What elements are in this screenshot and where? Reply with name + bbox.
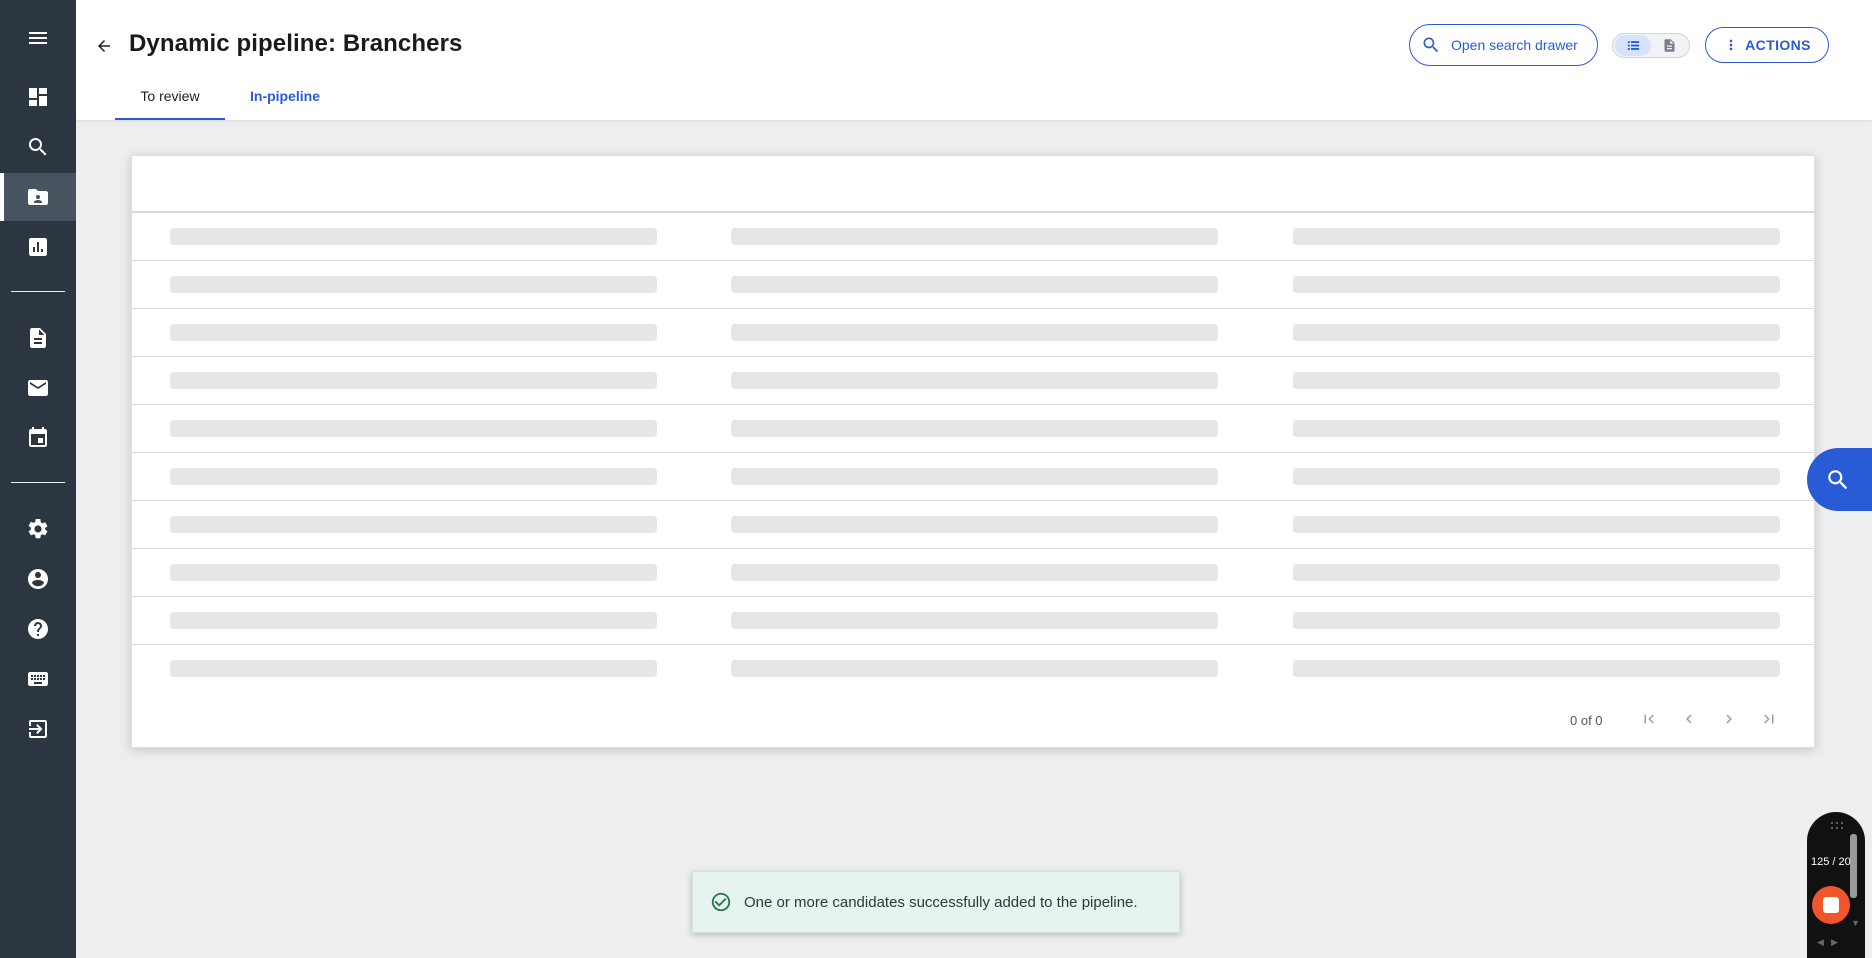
skeleton-cell [170, 516, 657, 533]
floating-search-button[interactable] [1807, 448, 1872, 511]
page-title: Dynamic pipeline: Branchers [129, 30, 463, 57]
table-row-skeleton [132, 309, 1814, 357]
skeleton-cell [731, 564, 1218, 581]
skeleton-cell [170, 324, 657, 341]
table-row-skeleton [132, 453, 1814, 501]
skeleton-cell [170, 468, 657, 485]
table-row-skeleton [132, 597, 1814, 645]
page-header: Dynamic pipeline: Branchers To review In… [76, 0, 1872, 120]
drag-handle-icon[interactable] [1831, 822, 1845, 830]
search-icon[interactable] [0, 123, 76, 171]
table-row-skeleton [132, 213, 1814, 261]
table-row-skeleton [132, 261, 1814, 309]
dashboard-icon[interactable] [0, 73, 76, 121]
pagination: 0 of 0 [132, 704, 1814, 734]
gear-icon[interactable] [0, 505, 76, 553]
table-row-skeleton [132, 405, 1814, 453]
skeleton-cell [731, 228, 1218, 245]
skeleton-cell [731, 660, 1218, 677]
skeleton-cell [170, 276, 657, 293]
actions-label: ACTIONS [1745, 37, 1811, 53]
skeleton-cell [731, 612, 1218, 629]
contacts-folder-icon[interactable] [0, 173, 76, 221]
sidebar-divider [11, 482, 65, 483]
search-icon [1828, 469, 1848, 489]
skeleton-cell [731, 468, 1218, 485]
arrow-left-icon[interactable]: ◀ [1817, 937, 1824, 948]
keyboard-icon[interactable] [0, 655, 76, 703]
table-header [132, 156, 1814, 213]
arrow-right-icon[interactable]: ▶ [1831, 937, 1838, 948]
skeleton-cell [170, 372, 657, 389]
skeleton-cell [1293, 564, 1780, 581]
next-page-icon[interactable] [1718, 708, 1740, 730]
mail-icon[interactable] [0, 364, 76, 412]
skeleton-cell [1293, 612, 1780, 629]
recording-widget: 125 / 20 ▼ ◀ ▶ [1807, 812, 1865, 958]
previous-page-icon[interactable] [1678, 708, 1700, 730]
skeleton-cell [1293, 228, 1780, 245]
skeleton-cell [1293, 516, 1780, 533]
success-toast: One or more candidates successfully adde… [692, 871, 1180, 933]
search-icon [1423, 37, 1439, 53]
view-toggle [1612, 33, 1690, 58]
bar-chart-icon[interactable] [0, 223, 76, 271]
skeleton-cell [170, 660, 657, 677]
document-icon[interactable] [0, 314, 76, 362]
logout-icon[interactable] [0, 705, 76, 753]
back-arrow-icon[interactable] [92, 34, 116, 58]
account-circle-icon[interactable] [0, 555, 76, 603]
scroll-down-icon[interactable]: ▼ [1851, 918, 1860, 928]
recorder-counter: 125 / 20 [1811, 856, 1851, 868]
pagination-range: 0 of 0 [1570, 713, 1603, 728]
skeleton-cell [1293, 372, 1780, 389]
open-search-drawer-label: Open search drawer [1451, 37, 1578, 53]
skeleton-cell [1293, 276, 1780, 293]
stop-icon [1823, 897, 1839, 913]
table-row-skeleton [132, 549, 1814, 597]
toast-message: One or more candidates successfully adde… [744, 893, 1138, 911]
sidebar-divider [11, 291, 65, 292]
skeleton-cell [731, 324, 1218, 341]
skeleton-cell [170, 420, 657, 437]
table-row-skeleton [132, 645, 1814, 693]
tab-in-pipeline[interactable]: In-pipeline [225, 80, 345, 120]
skeleton-cell [1293, 660, 1780, 677]
more-vert-icon [1729, 39, 1733, 51]
skeleton-cell [1293, 468, 1780, 485]
help-circle-icon[interactable] [0, 605, 76, 653]
hamburger-menu-icon[interactable] [0, 14, 76, 62]
skeleton-cell [731, 420, 1218, 437]
stop-recording-button[interactable] [1812, 886, 1850, 924]
skeleton-cell [731, 276, 1218, 293]
skeleton-cell [1293, 420, 1780, 437]
skeleton-cell [170, 564, 657, 581]
list-view-icon[interactable] [1615, 35, 1651, 56]
table-row-skeleton [132, 501, 1814, 549]
skeleton-cell [170, 612, 657, 629]
skeleton-cell [731, 516, 1218, 533]
table-row-skeleton [132, 357, 1814, 405]
skeleton-cell [170, 228, 657, 245]
last-page-icon[interactable] [1758, 708, 1780, 730]
calendar-icon[interactable] [0, 414, 76, 462]
first-page-icon[interactable] [1638, 708, 1660, 730]
actions-button[interactable]: ACTIONS [1705, 27, 1829, 63]
document-view-icon[interactable] [1651, 35, 1687, 56]
skeleton-cell [731, 372, 1218, 389]
candidates-table: 0 of 0 [131, 155, 1815, 748]
sidebar [0, 0, 76, 958]
open-search-drawer-button[interactable]: Open search drawer [1409, 24, 1598, 66]
tab-to-review[interactable]: To review [115, 80, 225, 120]
skeleton-cell [1293, 324, 1780, 341]
check-circle-icon [711, 892, 731, 912]
